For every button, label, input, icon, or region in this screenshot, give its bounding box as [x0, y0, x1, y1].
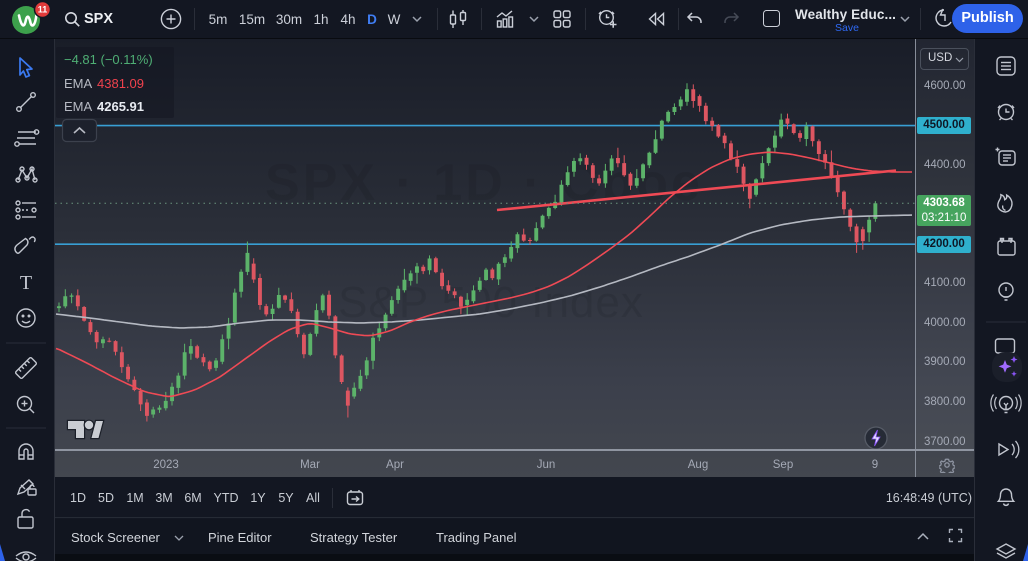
svg-text:−4.81 (−0.11%): −4.81 (−0.11%)	[64, 52, 153, 67]
svg-text:EMA: EMA	[64, 76, 93, 91]
svg-text:4265.91: 4265.91	[97, 99, 144, 114]
svg-text:T: T	[20, 272, 32, 294]
svg-text:11: 11	[38, 5, 48, 15]
svg-text:EMA: EMA	[64, 99, 93, 114]
svg-text:4381.09: 4381.09	[97, 76, 144, 91]
